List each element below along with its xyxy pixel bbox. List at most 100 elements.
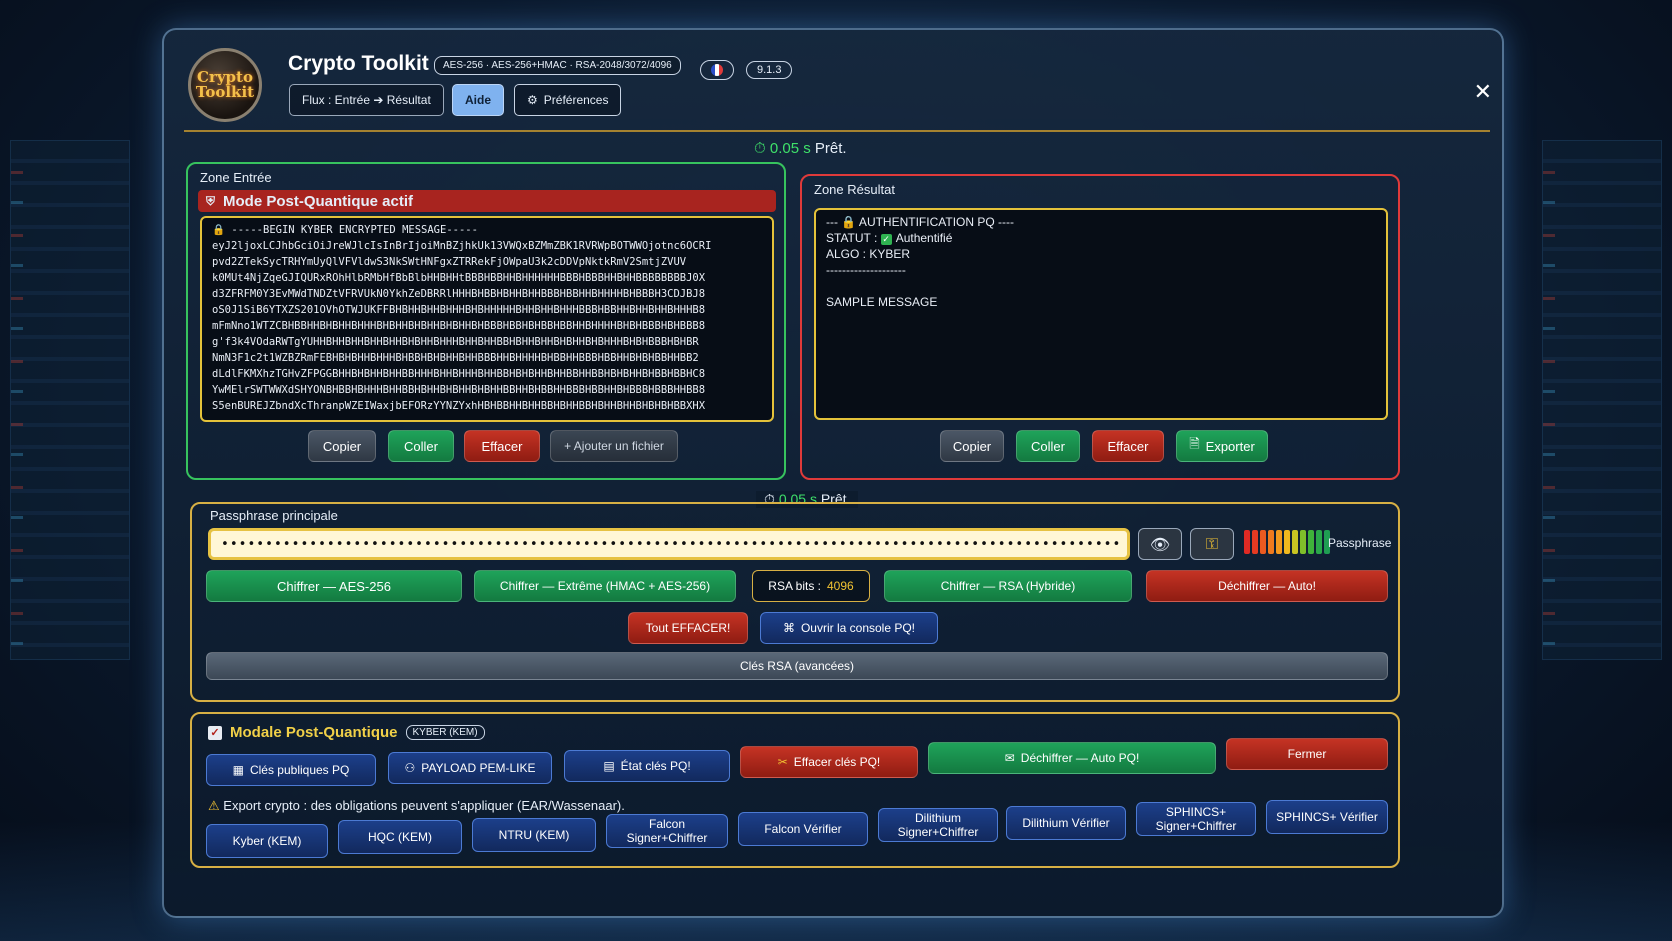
export-button[interactable]: 🗎 Exporter (1176, 430, 1268, 462)
result-algo-line: ALGO : KYBER (826, 247, 911, 261)
envelope-icon: ✉ (1004, 751, 1015, 765)
french-flag-icon (711, 64, 723, 76)
result-status-line: STATUT : ✓ Authentifié (826, 231, 953, 245)
strength-bar (1308, 530, 1314, 554)
export-warning: ⚠ Export crypto : des obligations peuven… (208, 798, 625, 814)
strength-bar (1300, 530, 1306, 554)
encrypt-extreme-button[interactable]: Chiffrer — Extrême (HMAC + AES-256) (474, 570, 736, 602)
rsa-keys-advanced-button[interactable]: Clés RSA (avancées) (206, 652, 1388, 680)
pq-modal-title-text: Modale Post-Quantique (230, 724, 398, 741)
rsa-bits-selector[interactable]: RSA bits : 4096 (752, 570, 870, 602)
payload-pem-button[interactable]: ⚇ PAYLOAD PEM-LIKE (388, 752, 552, 784)
kem-badge: KYBER (KEM) (405, 725, 485, 740)
strength-bar (1252, 530, 1258, 554)
status-label: Prêt. (814, 140, 847, 157)
checkbox-icon[interactable]: ✓ (208, 725, 222, 740)
gear-icon: ⚙ (527, 93, 538, 107)
strength-bar (1260, 530, 1266, 554)
language-selector[interactable] (700, 60, 734, 80)
open-console-label: Ouvrir la console PQ! (800, 621, 916, 635)
pq-algo-sublabel: Signer+Chiffrer (897, 824, 979, 839)
pq-mode-label: Mode Post-Quantique actif (223, 192, 414, 210)
passphrase-section: Passphrase principale ••••••••••••••••••… (190, 502, 1400, 702)
console-icon: ⌘ (782, 621, 795, 635)
export-label: Exporter (1205, 438, 1255, 454)
strength-bar (1292, 530, 1298, 554)
close-icon[interactable]: ✕ (1474, 80, 1492, 105)
passphrase-input[interactable]: ••••••••••••••••••••••••••••••••••••••••… (208, 528, 1130, 560)
algorithms-badge: AES-256 · AES-256+HMAC · RSA-2048/3072/4… (434, 56, 681, 75)
clear-all-button[interactable]: Tout EFFACER! (628, 612, 748, 644)
result-paste-button[interactable]: Coller (1016, 430, 1080, 462)
pq-algo-button[interactable]: SPHINCS+ Vérifier (1266, 800, 1388, 834)
input-textarea[interactable]: 🔒 -----BEGIN KYBER ENCRYPTED MESSAGE----… (200, 216, 774, 422)
flux-button[interactable]: Flux : Entrée ➔ Résultat (289, 84, 444, 116)
app-logo: Crypto Toolkit (188, 48, 262, 122)
pq-mode-banner: ⛨ Mode Post-Quantique actif (198, 190, 776, 212)
pq-algo-button[interactable]: Dilithium Signer+Chiffrer (878, 808, 998, 842)
passphrase-strength-meter (1244, 530, 1330, 554)
strength-bar (1276, 530, 1282, 554)
pq-modal-section: ✓ Modale Post-Quantique KYBER (KEM) ▦ Clé… (190, 712, 1400, 868)
input-clear-button[interactable]: Effacer (464, 430, 540, 462)
result-separator: -------------------- (826, 263, 906, 277)
encrypt-rsa-button[interactable]: Chiffrer — RSA (Hybride) (884, 570, 1132, 602)
result-clear-button[interactable]: Effacer (1092, 430, 1164, 462)
version-badge: 9.1.3 (746, 61, 793, 79)
keys-icon: ▦ (232, 763, 244, 777)
input-zone-label: Zone Entrée (200, 170, 272, 185)
result-message: SAMPLE MESSAGE (826, 295, 938, 309)
export-warning-text: Export crypto : des obligations peuvent … (223, 798, 625, 813)
encrypt-aes-button[interactable]: Chiffrer — AES-256 (206, 570, 462, 602)
pq-algo-label: Dilithium (914, 810, 961, 825)
pq-algo-label: Falcon (648, 816, 686, 831)
key-icon[interactable]: ⚿ (1190, 528, 1234, 560)
decrypt-auto-button[interactable]: Déchiffrer — Auto! (1146, 570, 1388, 602)
pq-algo-button[interactable]: Falcon Signer+Chiffrer (606, 814, 728, 848)
rsa-bits-label: RSA bits : (768, 579, 821, 593)
pq-algo-button[interactable]: SPHINCS+ Signer+Chiffrer (1136, 802, 1256, 836)
pq-algo-label: Dilithium Vérifier (1022, 815, 1110, 830)
stopwatch-icon: ⏱ (754, 140, 766, 157)
help-button[interactable]: Aide (452, 84, 505, 116)
pq-algo-label: Falcon Vérifier (764, 821, 842, 836)
strength-bar (1284, 530, 1290, 554)
result-output[interactable]: --- 🔒 AUTHENTIFICATION PQ ---- STATUT : ✓… (814, 208, 1388, 420)
pq-algo-button[interactable]: NTRU (KEM) (472, 818, 596, 852)
pq-algo-button[interactable]: Dilithium Vérifier (1006, 806, 1126, 840)
shield-icon: ⛨ (206, 193, 216, 208)
rsa-bits-value: 4096 (826, 579, 854, 593)
eye-icon[interactable]: 👁 (1138, 528, 1182, 560)
add-file-button[interactable]: + Ajouter un fichier (550, 430, 678, 462)
pq-algo-label: SPHINCS+ (1165, 804, 1227, 819)
status-time: 0.05 s (769, 140, 811, 157)
pq-algo-button[interactable]: Falcon Vérifier (738, 812, 868, 846)
pq-keys-state-button[interactable]: ▤ État clés PQ! (564, 750, 730, 782)
pq-algo-button[interactable]: Kyber (KEM) (206, 824, 328, 858)
pq-algo-label: HQC (KEM) (368, 829, 432, 844)
input-copy-button[interactable]: Copier (308, 430, 376, 462)
pq-public-keys-button[interactable]: ▦ Clés publiques PQ (206, 754, 376, 786)
close-pq-modal-button[interactable]: Fermer (1226, 738, 1388, 770)
clear-pq-keys-button[interactable]: ✂ Effacer clés PQ! (740, 746, 918, 778)
result-header-line: --- 🔒 AUTHENTIFICATION PQ ---- (826, 215, 1015, 229)
user-icon: ⚇ (404, 761, 416, 775)
decrypt-auto-pq-button[interactable]: ✉ Déchiffrer — Auto PQ! (928, 742, 1216, 774)
input-zone: Zone Entrée ⛨ Mode Post-Quantique actif … (186, 162, 786, 480)
state-icon: ▤ (603, 759, 615, 773)
passphrase-strength-label: Passphrase (1328, 536, 1392, 550)
document-icon: 🗎 (1189, 436, 1200, 451)
pq-algo-button[interactable]: HQC (KEM) (338, 820, 462, 854)
input-paste-button[interactable]: Coller (388, 430, 454, 462)
pq-algo-sublabel: Signer+Chiffrer (1155, 818, 1237, 833)
app-title: Crypto Toolkit (288, 52, 429, 75)
open-pq-console-button[interactable]: ⌘ Ouvrir la console PQ! (760, 612, 938, 644)
preferences-label: Préférences (543, 93, 609, 107)
result-zone-label: Zone Résultat (814, 182, 895, 197)
preferences-button[interactable]: ⚙ Préférences (514, 84, 622, 116)
pq-algo-sublabel: Signer+Chiffrer (626, 830, 708, 845)
result-copy-button[interactable]: Copier (940, 430, 1004, 462)
strength-bar (1268, 530, 1274, 554)
warning-icon: ⚠ (208, 798, 220, 813)
strength-bar (1244, 530, 1250, 554)
